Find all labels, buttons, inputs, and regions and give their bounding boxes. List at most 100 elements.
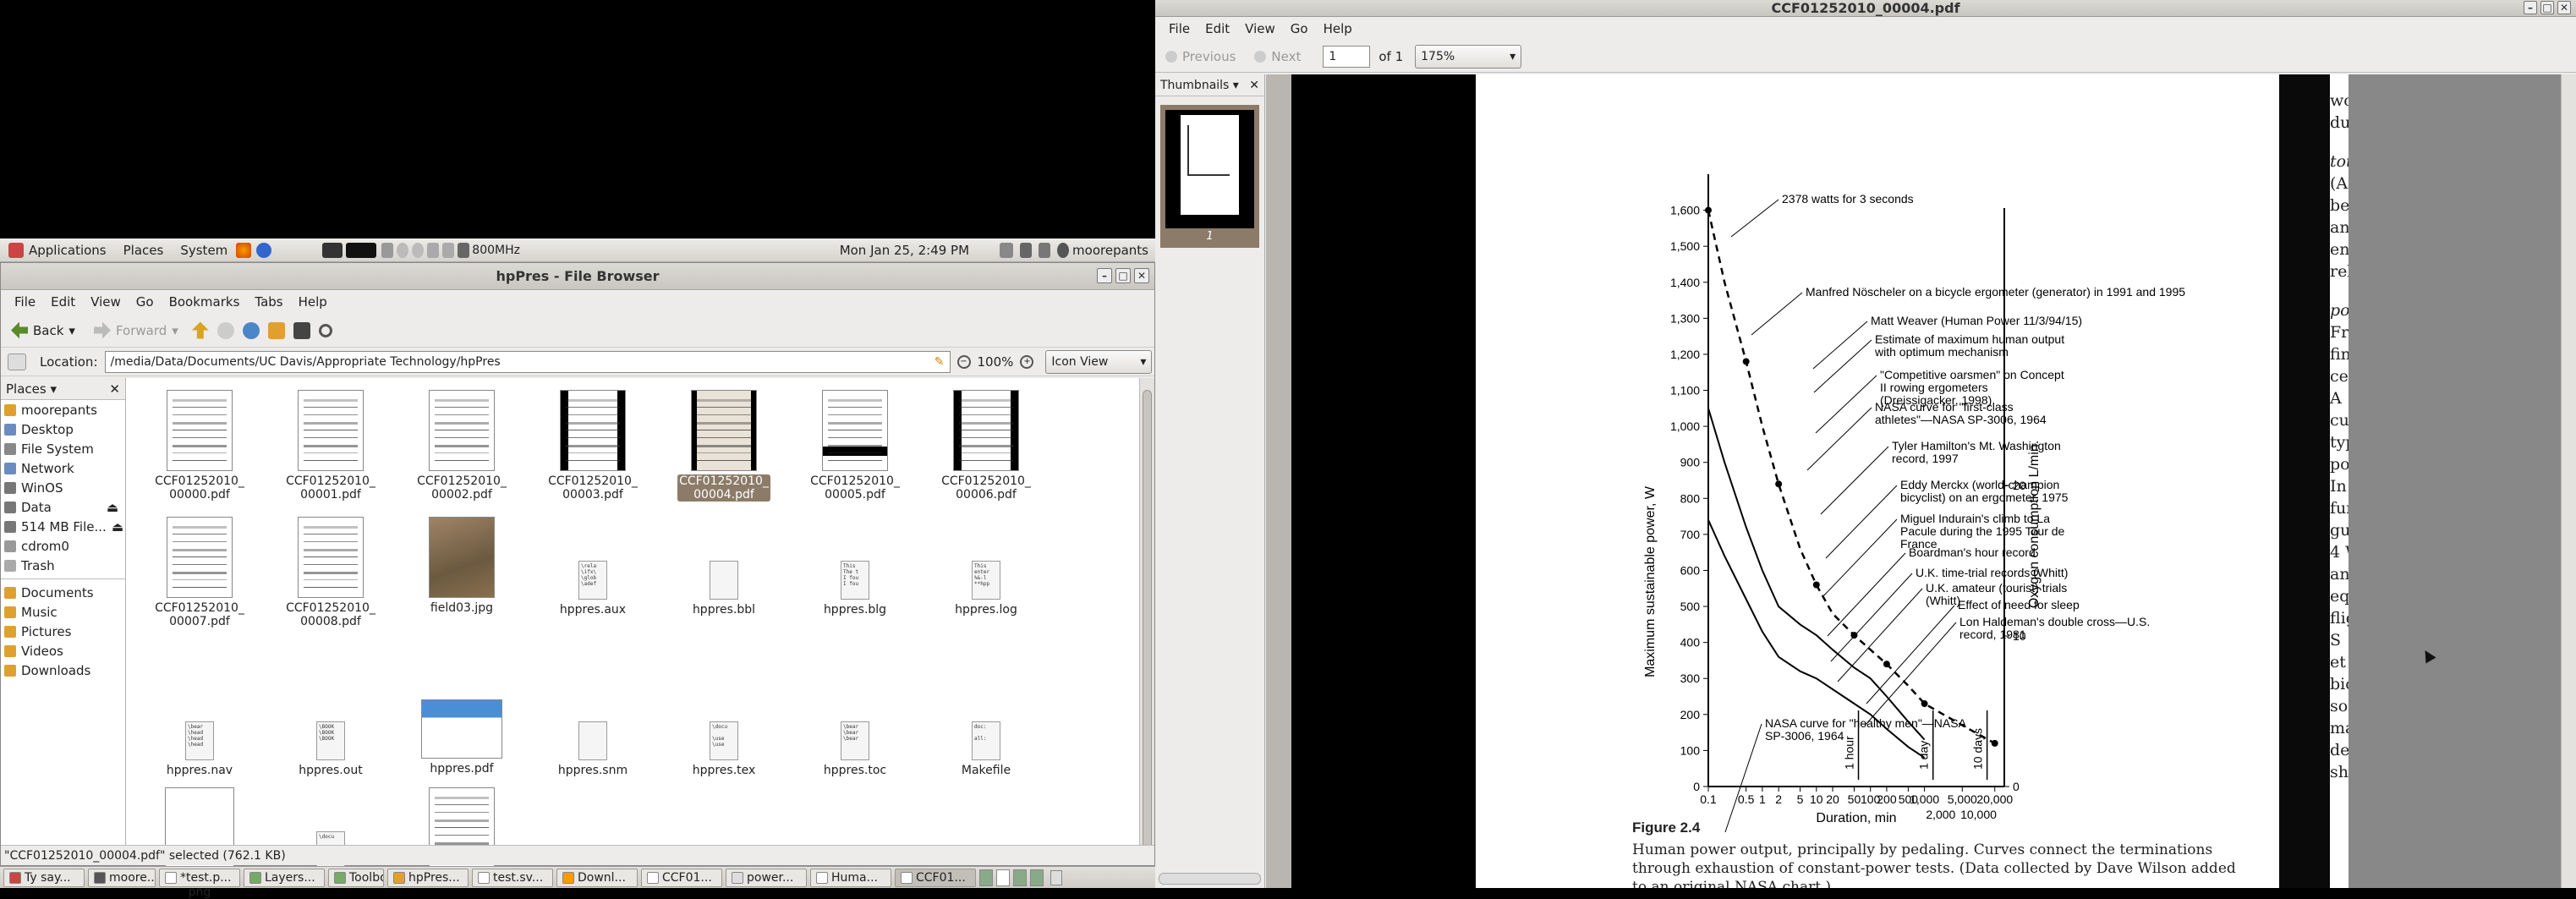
reload-icon[interactable] [242, 321, 260, 339]
applet-icon[interactable] [427, 242, 440, 258]
page-vscrollbar[interactable] [2561, 74, 2576, 888]
system-menu[interactable]: System [172, 238, 236, 261]
workspace-switcher-3[interactable] [1013, 869, 1027, 886]
menu-go[interactable]: Go [129, 293, 161, 311]
taskbar-button[interactable]: moore... [88, 868, 156, 887]
chevron-down-icon[interactable]: ▾ [172, 323, 178, 338]
menu-edit[interactable]: Edit [1198, 19, 1236, 38]
sidebar-item-moorepants[interactable]: moorepants [1, 400, 125, 419]
close-button[interactable]: ✕ [2557, 1, 2571, 14]
applications-menu[interactable]: Applications [0, 238, 115, 261]
menu-help[interactable]: Help [292, 293, 334, 311]
file-item[interactable]: \bear \head \head \head hppres.nav [136, 677, 263, 777]
menu-file[interactable]: File [8, 293, 42, 311]
file-item[interactable]: hppres.snm [529, 677, 656, 777]
back-button[interactable]: Back ▾ [6, 319, 80, 343]
menu-view[interactable]: View [84, 293, 128, 311]
menu-file[interactable]: File [1162, 19, 1197, 38]
menu-view[interactable]: View [1238, 19, 1282, 38]
help-icon[interactable] [256, 242, 272, 258]
file-item[interactable]: This The t I fou I fou hppres.blg [792, 517, 918, 617]
home-folder-icon[interactable] [267, 321, 285, 339]
network-icon[interactable] [1039, 242, 1051, 258]
file-item[interactable]: \docu \use \use hppres.tex [660, 677, 787, 777]
applet-icon[interactable] [397, 242, 409, 258]
applet-icon[interactable] [381, 242, 394, 258]
sidebar-item-514-mb-file-[interactable]: 514 MB File... ⏏ [1, 517, 125, 536]
applet-icon[interactable] [442, 242, 455, 258]
taskbar-button[interactable]: CCF01... [895, 868, 976, 887]
workspace-switcher-1[interactable] [979, 869, 993, 886]
chevron-down-icon[interactable]: ▾ [69, 323, 75, 338]
file-item[interactable]: \rela \ifx\ \glob \adef hppres.aux [529, 517, 656, 617]
taskbar-button[interactable]: test.sv... [472, 868, 553, 887]
sidebar-item-downloads[interactable]: Downloads [1, 661, 125, 680]
vertical-scrollbar[interactable] [1139, 378, 1154, 863]
eject-icon[interactable]: ⏏ [107, 500, 118, 515]
up-arrow-icon[interactable] [191, 321, 209, 339]
taskbar-button[interactable]: Toolbox [328, 868, 384, 887]
file-item[interactable]: hppres.bbl [660, 517, 787, 617]
sidebar-item-network[interactable]: Network [1, 458, 125, 478]
sidebar-item-winos[interactable]: WinOS [1, 478, 125, 497]
close-sidebar-icon[interactable]: ✕ [1249, 79, 1259, 92]
location-input[interactable]: /media/Data/Documents/UC Davis/Appropria… [104, 350, 951, 373]
display-icon[interactable] [1000, 242, 1014, 258]
menu-tabs[interactable]: Tabs [248, 293, 289, 311]
close-sidebar-icon[interactable]: ✕ [109, 381, 120, 397]
thumbnails-hscrollbar[interactable] [1159, 873, 1261, 885]
taskbar-button[interactable]: Huma... [810, 868, 891, 887]
firefox-icon[interactable] [236, 242, 252, 258]
taskbar-button[interactable]: CCF01... [641, 868, 722, 887]
sidebar-item-file-system[interactable]: File System [1, 439, 125, 458]
places-menu[interactable]: Places [115, 238, 173, 261]
forward-button[interactable]: Forward ▾ [89, 319, 184, 343]
computer-icon[interactable] [293, 321, 310, 339]
zoom-select[interactable]: 175% ▾ [1415, 44, 1522, 69]
file-item[interactable]: CCF01252010_ 00007.pdf [136, 517, 263, 628]
view-mode-select[interactable]: Icon View ▾ [1045, 349, 1153, 374]
file-item[interactable]: CCF01252010_ 00001.pdf [267, 390, 394, 502]
taskbar-button[interactable]: power... [726, 868, 807, 887]
file-item[interactable]: CCF01252010_ 00008.pdf [267, 517, 394, 628]
sidebar-item-pictures[interactable]: Pictures [1, 622, 125, 641]
sidebar-item-cdrom0[interactable]: cdrom0 [1, 536, 125, 556]
sidebar-item-music[interactable]: Music [1, 602, 125, 622]
menu-help[interactable]: Help [1317, 19, 1359, 38]
page-thumbnail[interactable]: 1 [1160, 105, 1259, 248]
stop-icon[interactable] [216, 321, 234, 339]
taskbar-button[interactable]: Layers... [244, 868, 325, 887]
file-item[interactable]: field03.jpg [398, 517, 525, 615]
scrollbar-thumb[interactable] [1143, 390, 1152, 863]
taskbar-button[interactable]: Downl... [556, 868, 638, 887]
file-item[interactable]: hppres.pdf [398, 677, 525, 776]
location-clear-icon[interactable]: ✎ [934, 355, 945, 369]
edit-location-icon[interactable] [8, 353, 26, 370]
zoom-in-icon[interactable]: + [1020, 354, 1034, 369]
file-item[interactable]: \BOOK \BOOK \BOOK hppres.out [267, 677, 394, 777]
next-page-button[interactable]: Next [1249, 46, 1306, 68]
taskbar-button[interactable]: hpPres... [387, 868, 469, 887]
file-item[interactable]: CCF01252010_ 00004.pdf [660, 390, 787, 502]
pdf-viewer-titlebar[interactable]: CCF01252010_00004.pdf – □ ✕ [1155, 0, 2576, 17]
minimize-button[interactable]: – [1097, 268, 1112, 283]
workspace-switcher-4[interactable] [1030, 869, 1044, 886]
taskbar-button[interactable]: Ty say... [3, 868, 85, 887]
file-item[interactable]: CCF01252010_ 00005.pdf [792, 390, 918, 502]
power-icon[interactable] [1057, 242, 1070, 258]
file-item[interactable]: CCF01252010_ 00002.pdf [398, 390, 525, 502]
volume-icon[interactable] [1020, 242, 1033, 258]
zoom-out-icon[interactable]: − [956, 354, 971, 369]
close-button[interactable]: ✕ [1134, 268, 1149, 283]
file-item[interactable]: CCF01252010_ 00006.pdf [923, 390, 1050, 502]
menu-go[interactable]: Go [1284, 19, 1315, 38]
trash-icon[interactable] [1050, 869, 1062, 885]
menu-edit[interactable]: Edit [44, 293, 82, 311]
system-monitor-icon[interactable] [346, 242, 377, 258]
page-number-input[interactable]: 1 [1323, 45, 1371, 68]
user-menu[interactable]: moorepants [1072, 243, 1148, 258]
file-item[interactable]: doc: all: Makefile [923, 677, 1050, 777]
minimize-button[interactable]: – [2524, 1, 2537, 14]
menu-bookmarks[interactable]: Bookmarks [162, 293, 247, 311]
file-item[interactable]: \bear \bear \bear hppres.toc [792, 677, 918, 777]
